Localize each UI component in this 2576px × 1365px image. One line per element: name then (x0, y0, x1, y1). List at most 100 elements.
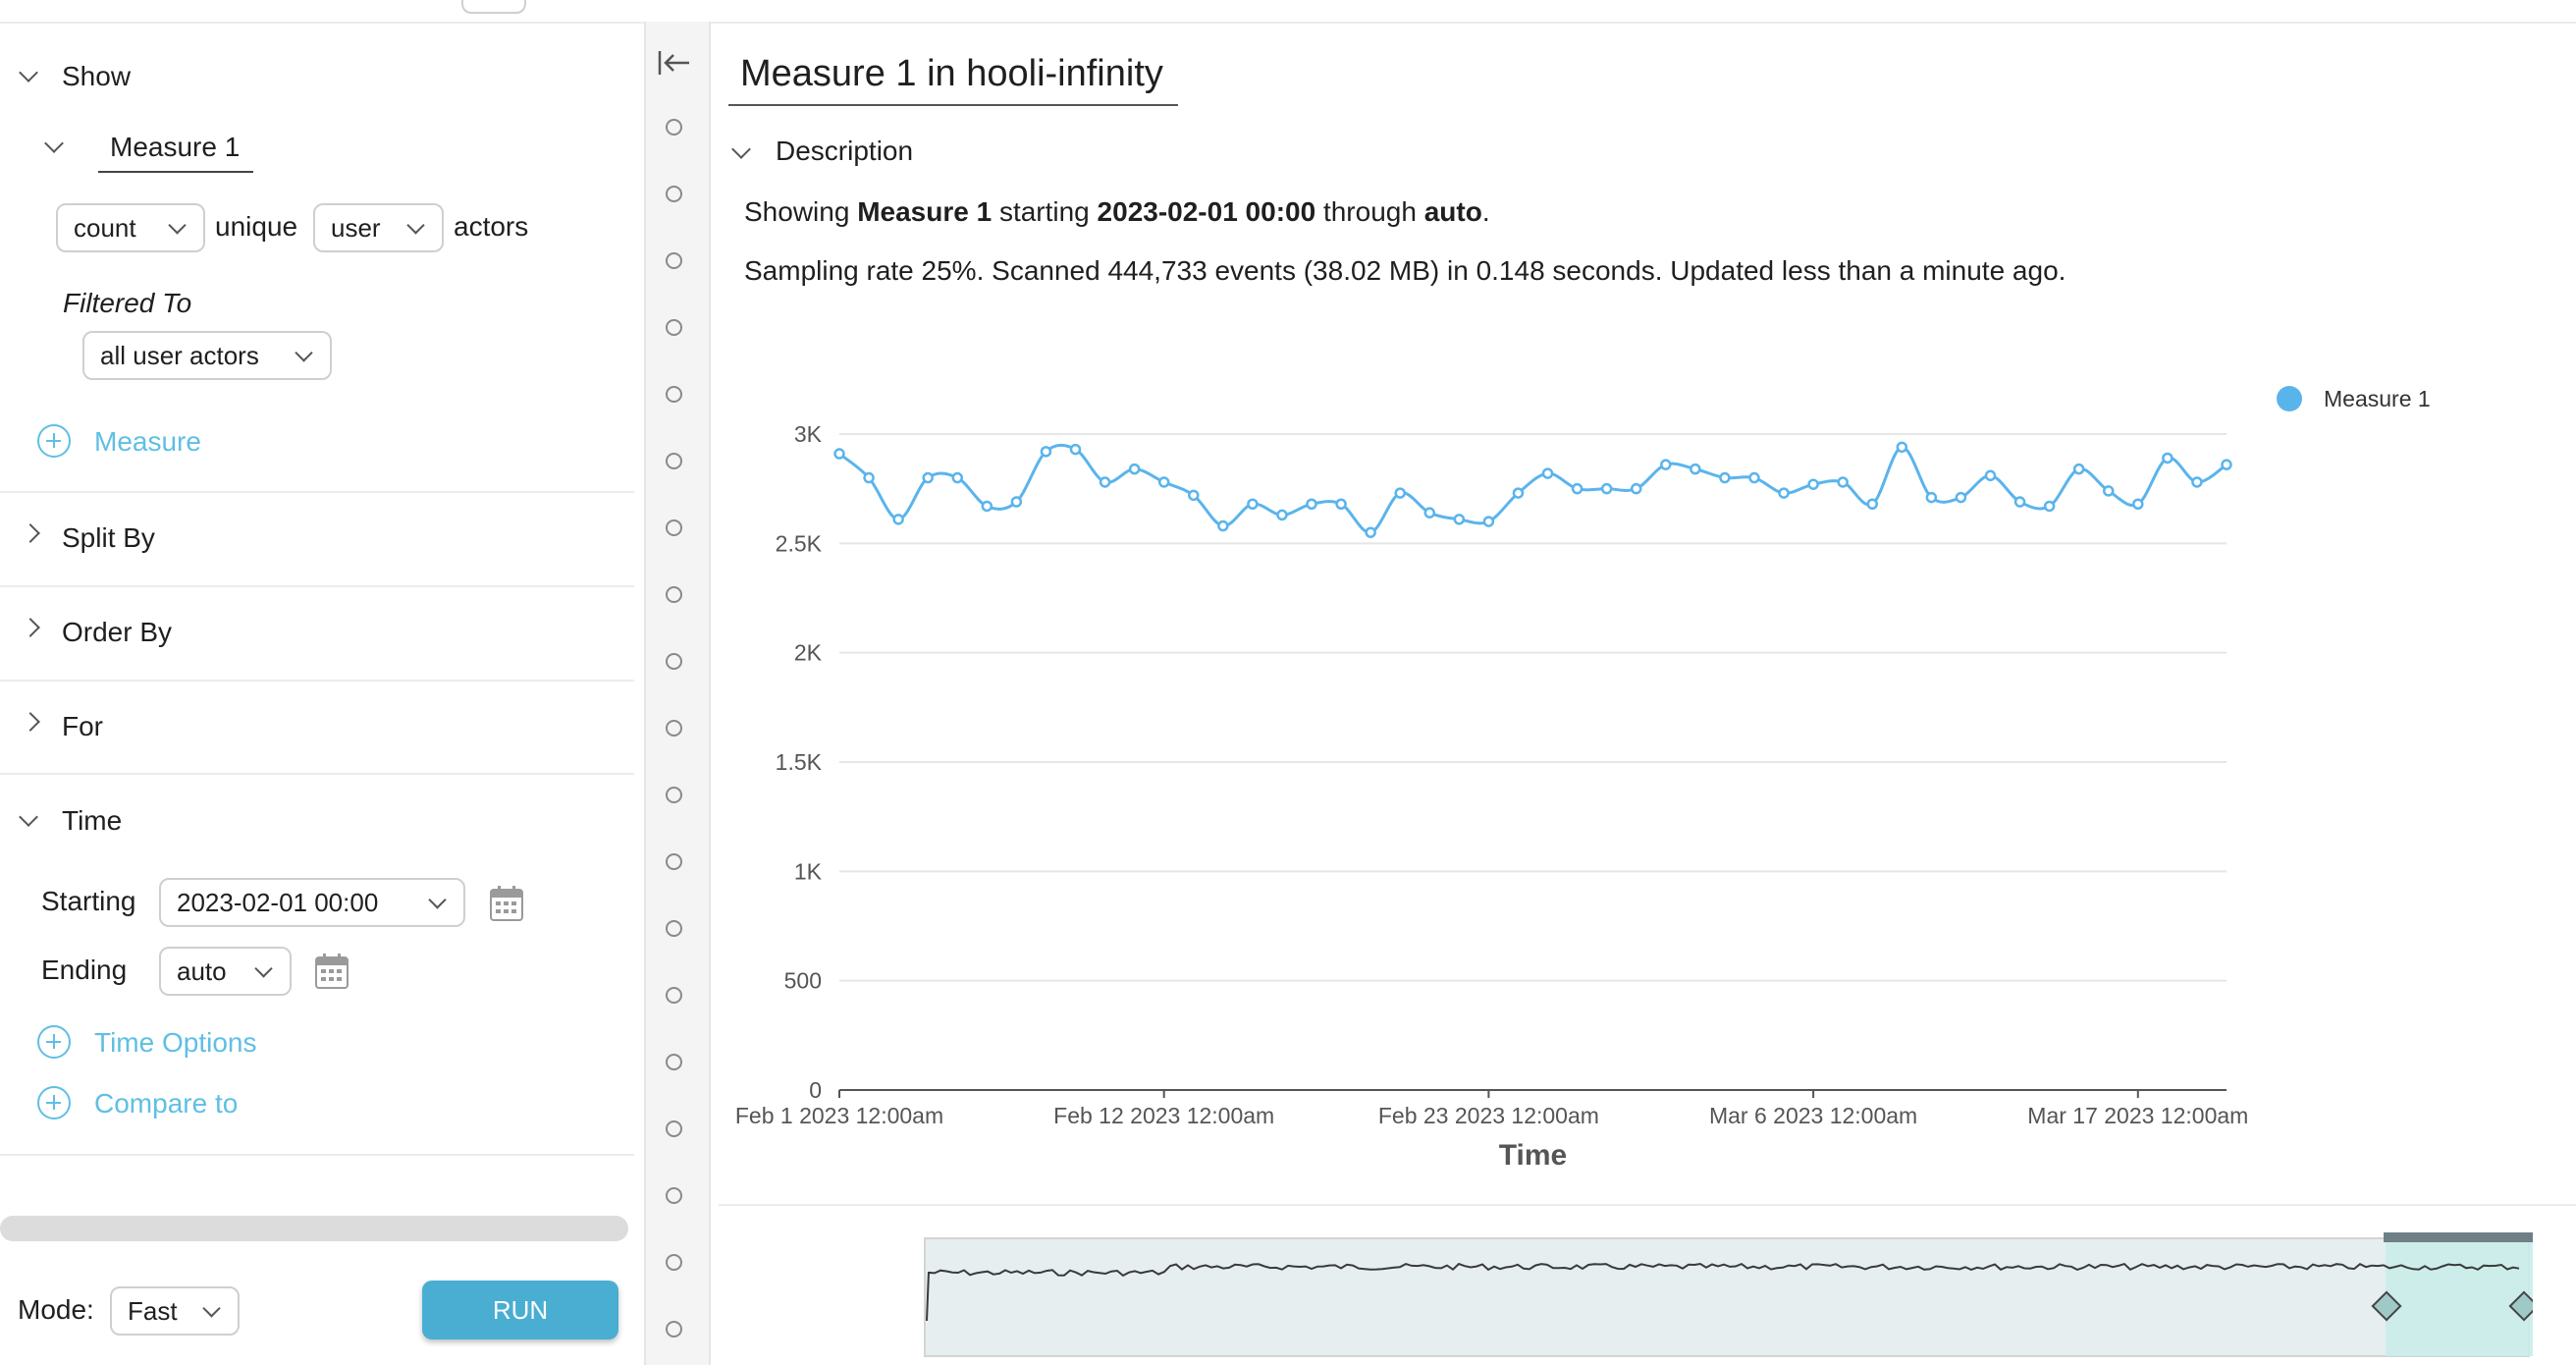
add-measure-button[interactable]: Measure (94, 426, 201, 458)
data-point[interactable] (981, 500, 993, 513)
chevron-down-icon[interactable] (19, 63, 38, 82)
data-point[interactable] (2013, 496, 2026, 508)
data-point[interactable] (1099, 476, 1111, 488)
add-measure-icon[interactable] (37, 424, 71, 458)
calendar-icon[interactable] (490, 886, 523, 921)
brush-handle-bar[interactable] (2384, 1232, 2533, 1242)
step-marker-icon[interactable] (666, 386, 682, 403)
collapse-panel-icon[interactable] (658, 49, 691, 77)
step-marker-icon[interactable] (666, 787, 682, 803)
description-toggle[interactable]: Description (776, 136, 913, 167)
data-point[interactable] (1600, 482, 1613, 495)
ending-select[interactable]: auto (159, 947, 292, 996)
step-marker-icon[interactable] (666, 987, 682, 1004)
data-point[interactable] (863, 471, 875, 484)
data-point[interactable] (951, 471, 964, 484)
step-marker-icon[interactable] (666, 720, 682, 737)
show-section-title[interactable]: Show (62, 61, 131, 92)
data-point[interactable] (1778, 487, 1790, 499)
data-point[interactable] (1807, 478, 1819, 490)
step-marker-icon[interactable] (666, 653, 682, 670)
data-point[interactable] (1512, 487, 1525, 499)
data-point[interactable] (1541, 467, 1554, 479)
mode-select[interactable]: Fast (110, 1286, 240, 1336)
data-point[interactable] (1748, 471, 1760, 484)
step-marker-icon[interactable] (666, 920, 682, 937)
data-point[interactable] (1247, 498, 1259, 511)
data-point[interactable] (1719, 471, 1731, 484)
data-point[interactable] (1984, 469, 1997, 482)
data-point[interactable] (1896, 441, 1908, 454)
chevron-right-icon[interactable] (21, 523, 40, 543)
data-point[interactable] (1630, 482, 1642, 495)
data-point[interactable] (2132, 498, 2144, 511)
data-point[interactable] (1157, 476, 1170, 488)
time-section[interactable]: Time (62, 805, 122, 837)
chevron-right-icon[interactable] (21, 712, 40, 732)
chevron-right-icon[interactable] (21, 618, 40, 637)
split-by-section[interactable]: Split By (62, 522, 155, 554)
calendar-icon[interactable] (315, 954, 349, 989)
step-marker-icon[interactable] (666, 1187, 682, 1204)
data-point[interactable] (1423, 507, 1436, 519)
step-marker-icon[interactable] (666, 519, 682, 536)
data-point[interactable] (922, 471, 934, 484)
compare-to-button[interactable]: Compare to (94, 1088, 238, 1119)
data-point[interactable] (1335, 498, 1347, 511)
entity-select[interactable]: user (313, 203, 444, 252)
data-point[interactable] (2043, 500, 2056, 513)
data-point[interactable] (1690, 463, 1701, 475)
measure-tab-label[interactable]: Measure 1 (110, 132, 240, 163)
data-point[interactable] (892, 514, 904, 525)
filter-select[interactable]: all user actors (82, 331, 332, 380)
step-marker-icon[interactable] (666, 1120, 682, 1137)
starting-select[interactable]: 2023-02-01 00:00 (159, 878, 465, 927)
data-point[interactable] (1069, 443, 1082, 456)
time-range-overview[interactable] (923, 1232, 2533, 1360)
data-point[interactable] (1837, 476, 1849, 488)
for-section[interactable]: For (62, 711, 103, 742)
data-point[interactable] (1365, 526, 1376, 538)
step-marker-icon[interactable] (666, 453, 682, 469)
brush-selection[interactable] (2386, 1238, 2533, 1356)
aggregation-select[interactable]: count (56, 203, 205, 252)
data-point[interactable] (1453, 514, 1466, 525)
data-point[interactable] (1482, 516, 1495, 527)
data-point[interactable] (1394, 487, 1406, 499)
data-point[interactable] (1660, 459, 1672, 470)
data-point[interactable] (1188, 489, 1200, 502)
legend[interactable]: Measure 1 (2277, 386, 2431, 411)
step-marker-icon[interactable] (666, 186, 682, 202)
data-point[interactable] (1955, 491, 1967, 504)
data-point[interactable] (1306, 498, 1317, 511)
step-marker-icon[interactable] (666, 1254, 682, 1271)
chevron-down-icon[interactable] (44, 134, 64, 153)
data-point[interactable] (1128, 463, 1141, 475)
chevron-down-icon[interactable] (731, 139, 751, 159)
chevron-down-icon[interactable] (19, 807, 38, 827)
step-marker-icon[interactable] (666, 853, 682, 870)
data-point[interactable] (1276, 509, 1288, 521)
data-point[interactable] (1866, 498, 1878, 511)
run-button[interactable]: RUN (422, 1281, 618, 1339)
data-point[interactable] (1925, 491, 1938, 504)
data-point[interactable] (1217, 519, 1229, 532)
step-marker-icon[interactable] (666, 252, 682, 269)
add-time-options-icon[interactable] (37, 1025, 71, 1059)
data-point[interactable] (2221, 459, 2232, 470)
data-point[interactable] (2102, 485, 2115, 497)
data-point[interactable] (1040, 446, 1052, 458)
data-point[interactable] (833, 448, 845, 460)
add-compare-icon[interactable] (37, 1086, 71, 1119)
data-point[interactable] (1010, 496, 1023, 508)
time-options-button[interactable]: Time Options (94, 1027, 256, 1059)
step-marker-icon[interactable] (666, 1054, 682, 1070)
step-marker-icon[interactable] (666, 1321, 682, 1338)
order-by-section[interactable]: Order By (62, 617, 172, 648)
data-point[interactable] (2162, 452, 2174, 464)
data-point[interactable] (2191, 476, 2203, 488)
data-point[interactable] (1571, 482, 1583, 495)
step-marker-icon[interactable] (666, 319, 682, 336)
step-marker-icon[interactable] (666, 119, 682, 136)
step-marker-icon[interactable] (666, 586, 682, 603)
